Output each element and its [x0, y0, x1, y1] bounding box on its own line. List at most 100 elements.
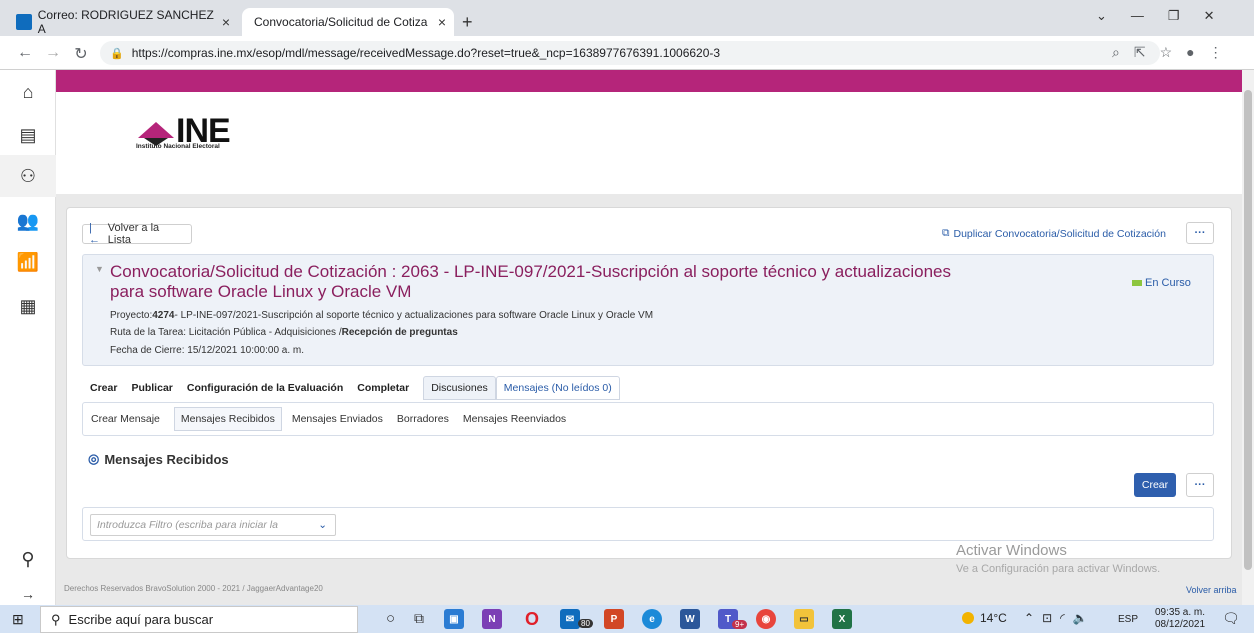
network-icon[interactable]: ⊡ [1042, 611, 1052, 625]
onenote-icon[interactable]: N [482, 609, 502, 629]
share-icon[interactable]: ⇱ [1134, 44, 1146, 61]
tab-mensajes[interactable]: Mensajes (No leídos 0) [495, 376, 620, 400]
logo-band [56, 92, 1242, 194]
back-bar-arrow-icon: |← [89, 222, 100, 246]
back-to-list-button[interactable]: |← Volver a la Lista [82, 222, 192, 246]
ruta-line: Ruta de la Tarea: Licitación Pública - A… [110, 327, 458, 338]
browser-actions: ⌕ ⇱ ☆ ● ⋮ [1112, 44, 1223, 61]
tab-label: Correo: RODRIGUEZ SANCHEZ A [37, 8, 214, 36]
fecha-cierre: Fecha de Cierre: 15/12/2021 10:00:00 a. … [110, 345, 305, 356]
outlook-icon [16, 14, 32, 30]
scrollbar-thumb[interactable] [1244, 90, 1252, 570]
volume-icon[interactable]: 🔈 [1073, 611, 1088, 625]
close-window-button[interactable]: ✕ [1204, 8, 1215, 24]
mail-badge: 80 [578, 619, 593, 628]
app-sidebar [0, 70, 56, 605]
analytics-icon[interactable]: 📶 [14, 248, 42, 276]
tab-configuracion-evaluacion[interactable]: Configuración de la Evaluación [187, 382, 343, 394]
event-title-line1: Convocatoria/Solicitud de Cotización : 2… [110, 262, 952, 281]
address-bar[interactable]: 🔒 https://compras.ine.mx/esop/mdl/messag… [100, 41, 1160, 65]
teams-badge: 9+ [732, 620, 748, 629]
tab-discusiones[interactable]: Discusiones [423, 376, 496, 400]
chrome-icon[interactable]: ◉ [756, 609, 776, 629]
tab-label: Convocatoria/Solicitud de Cotiza [254, 15, 428, 29]
zoom-icon[interactable]: ⌕ [1112, 44, 1120, 61]
reload-icon[interactable]: ↻ [70, 44, 92, 64]
activation-watermark-title: Activar Windows [956, 542, 1067, 559]
minimize-button[interactable]: — [1131, 8, 1144, 24]
menu-kebab-icon[interactable]: ⋮ [1209, 44, 1223, 61]
create-button[interactable]: Crear [1134, 473, 1176, 497]
subtab-mensajes-recibidos[interactable]: Mensajes Recibidos [173, 407, 282, 431]
window-controls: ⌄ — ❐ ✕ [1096, 8, 1214, 24]
home-icon[interactable]: ⌂ [14, 78, 42, 106]
back-to-top-link[interactable]: Volver arriba [1186, 585, 1237, 595]
search-icon: ⚲ [51, 611, 61, 627]
wifi-icon[interactable]: ◜ [1060, 611, 1065, 625]
filter-placeholder: Introduzca Filtro (escriba para iniciar … [97, 519, 278, 531]
event-title-line2: para software Oracle Linux y Oracle VM [110, 282, 412, 301]
sun-icon [962, 612, 974, 624]
back-arrow-icon[interactable]: ← [14, 44, 36, 64]
subtab-mensajes-enviados[interactable]: Mensajes Enviados [292, 413, 383, 425]
powerpoint-icon[interactable]: P [604, 609, 624, 629]
more-options-button[interactable]: ··· [1186, 222, 1214, 244]
cortana-icon[interactable]: ○ [386, 610, 395, 627]
activation-watermark-text: Ve a Configuración para activar Windows. [956, 563, 1161, 575]
tab-completar[interactable]: Completar [357, 382, 409, 394]
excel-icon[interactable]: X [832, 609, 852, 629]
collapse-chevron-icon[interactable]: ▼ [95, 264, 104, 274]
filter-dropdown[interactable]: Introduzca Filtro (escriba para iniciar … [90, 514, 336, 536]
subtab-crear-mensaje[interactable]: Crear Mensaje [91, 413, 160, 425]
taskbar-search[interactable]: ⚲ Escribe aquí para buscar [40, 606, 358, 633]
notification-icon[interactable]: 🗨 [1222, 610, 1240, 627]
file-explorer-icon[interactable]: ▭ [794, 609, 814, 629]
suppliers-icon[interactable]: 👥 [14, 207, 42, 235]
tab-publicar[interactable]: Publicar [131, 382, 172, 394]
close-icon[interactable]: × [438, 14, 446, 30]
duplicate-icon: ⧉ [942, 227, 950, 239]
mail-icon[interactable]: ✉ [560, 609, 580, 629]
proyecto-text: - LP-INE-097/2021-Suscripción al soporte… [174, 310, 654, 321]
brand-bar [56, 70, 1242, 92]
section-more-button[interactable]: ··· [1186, 473, 1214, 497]
store-icon[interactable]: ▣ [444, 609, 464, 629]
expand-arrow-icon[interactable]: → [14, 580, 42, 608]
opera-icon[interactable]: O [522, 609, 542, 629]
windows-start-icon[interactable]: ⊞ [12, 611, 24, 628]
chevron-down-icon: ⌄ [318, 519, 327, 531]
message-subtabs: Crear Mensaje Mensajes Recibidos Mensaje… [82, 402, 1214, 436]
documents-icon[interactable]: ▦ [14, 292, 42, 320]
forward-arrow-icon[interactable]: → [42, 44, 64, 64]
tab-convocatoria[interactable]: Convocatoria/Solicitud de Cotiza × [242, 8, 454, 36]
edge-icon[interactable]: e [642, 609, 662, 629]
tab-search-icon[interactable]: ⌄ [1096, 8, 1107, 24]
copyright: Derechos Reservados BravoSolution 2000 -… [64, 584, 323, 593]
bookmark-star-icon[interactable]: ☆ [1160, 44, 1173, 61]
status-label: En Curso [1145, 277, 1191, 289]
event-title: Convocatoria/Solicitud de Cotización : 2… [110, 262, 1110, 302]
close-icon[interactable]: × [222, 14, 230, 30]
maximize-button[interactable]: ❐ [1168, 8, 1180, 24]
clock[interactable]: 09:35 a. m. 08/12/2021 [1150, 607, 1210, 631]
task-view-icon[interactable]: ⧉ [414, 610, 424, 627]
tab-crear[interactable]: Crear [90, 382, 117, 394]
word-icon[interactable]: W [680, 609, 700, 629]
taskbar-search-placeholder: Escribe aquí para buscar [68, 612, 214, 627]
ruta-stage: Recepción de preguntas [341, 327, 458, 338]
status-bar-icon [1132, 280, 1142, 286]
subtab-mensajes-reenviados[interactable]: Mensajes Reenviados [463, 413, 566, 425]
weather-widget[interactable]: 14°C [962, 611, 1007, 625]
search-icon[interactable]: ⚲ [14, 545, 42, 573]
duplicate-link[interactable]: ⧉ Duplicar Convocatoria/Solicitud de Cot… [942, 227, 1166, 240]
tab-outlook-mail[interactable]: Correo: RODRIGUEZ SANCHEZ A × [8, 8, 238, 36]
dashboard-icon[interactable]: ▤ [14, 121, 42, 149]
section-header: ◎ Mensajes Recibidos [88, 451, 229, 467]
tray-chevron-icon[interactable]: ⌃ [1024, 611, 1034, 625]
new-tab-button[interactable]: + [462, 12, 473, 33]
ine-logo-diamond [138, 122, 174, 146]
subtab-borradores[interactable]: Borradores [397, 413, 449, 425]
sourcing-icon[interactable]: ⚇ [14, 162, 42, 190]
profile-icon[interactable]: ● [1186, 44, 1194, 61]
language-indicator[interactable]: ESP [1118, 614, 1138, 625]
